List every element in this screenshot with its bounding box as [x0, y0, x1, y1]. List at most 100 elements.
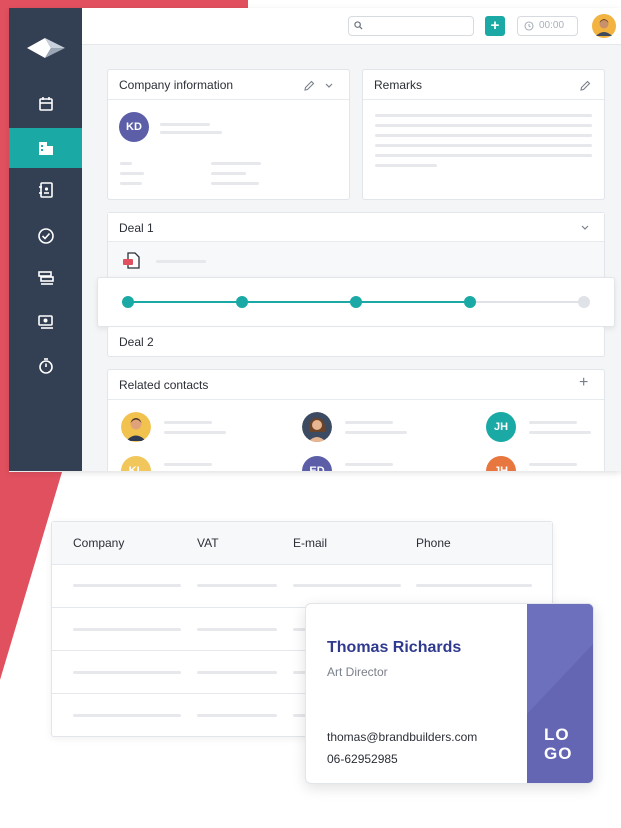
- placeholder-line: [293, 584, 401, 587]
- remarks-card: Remarks: [362, 69, 605, 200]
- placeholder-line: [211, 182, 259, 185]
- company-avatar: KD: [119, 112, 149, 142]
- sidebar: [9, 8, 82, 471]
- placeholder-line: [529, 421, 577, 424]
- timer-value: 00:00: [539, 20, 565, 31]
- placeholder-line: [529, 463, 577, 466]
- contact-avatar[interactable]: [121, 412, 151, 442]
- search-input[interactable]: [348, 16, 474, 36]
- placeholder-line: [345, 463, 393, 466]
- crm-app-window: + 00:00 Company information KD Remarks D…: [9, 8, 621, 471]
- contact-avatar[interactable]: KL: [121, 456, 151, 471]
- add-button[interactable]: +: [485, 16, 505, 36]
- placeholder-line: [375, 144, 592, 147]
- progress-step-done: [350, 296, 362, 308]
- placeholder-line: [164, 431, 226, 434]
- placeholder-line: [164, 463, 212, 466]
- placeholder-line: [211, 162, 261, 165]
- chevron-down-icon[interactable]: [580, 224, 590, 232]
- add-contact-button[interactable]: +: [579, 374, 588, 392]
- contact-phone: 06-62952985: [327, 752, 398, 766]
- related-contacts-title: Related contacts: [119, 378, 209, 392]
- placeholder-line: [345, 431, 407, 434]
- stack-icon: [37, 271, 54, 285]
- placeholder-line: [345, 421, 393, 424]
- progress-step-done: [122, 296, 134, 308]
- pencil-icon[interactable]: [579, 80, 591, 92]
- calendar-icon: [38, 97, 53, 111]
- search-icon: [354, 21, 363, 30]
- chevron-down-icon[interactable]: [324, 82, 334, 90]
- sidebar-item-invoices[interactable]: [9, 302, 82, 342]
- contact-avatar[interactable]: JH: [486, 456, 516, 471]
- deal-2-title: Deal 2: [119, 335, 154, 349]
- column-header-vat[interactable]: VAT: [197, 536, 219, 550]
- divider: [363, 99, 604, 100]
- placeholder-line: [164, 421, 212, 424]
- placeholder-line: [120, 182, 142, 185]
- stopwatch-icon: [38, 358, 53, 374]
- column-header-phone[interactable]: Phone: [416, 536, 451, 550]
- placeholder-line: [375, 164, 437, 167]
- divider: [108, 99, 349, 100]
- placeholder-line: [197, 714, 277, 717]
- sidebar-item-calendar[interactable]: [9, 84, 82, 124]
- sidebar-item-tasks[interactable]: [9, 216, 82, 256]
- business-card: Thomas Richards Art Director thomas@bran…: [305, 603, 594, 784]
- money-icon: [37, 315, 53, 329]
- sidebar-item-companies[interactable]: [9, 128, 82, 168]
- document-icon[interactable]: [121, 250, 143, 272]
- company-icon: [38, 142, 53, 155]
- placeholder-line: [375, 134, 592, 137]
- timer-button[interactable]: 00:00: [517, 16, 578, 36]
- column-header-company[interactable]: Company: [73, 536, 124, 550]
- check-circle-icon: [37, 228, 54, 244]
- deal-progress-timeline: [97, 277, 615, 327]
- contact-email: thomas@brandbuilders.com: [327, 730, 478, 744]
- placeholder-line: [73, 628, 181, 631]
- progress-step-done: [236, 296, 248, 308]
- placeholder-line: [120, 172, 144, 175]
- placeholder-line: [211, 172, 246, 175]
- deal-2-card[interactable]: Deal 2: [107, 326, 605, 357]
- deal-1-header[interactable]: [108, 213, 604, 242]
- progress-step-pending: [578, 296, 590, 308]
- placeholder-line: [73, 671, 181, 674]
- placeholder-line: [197, 584, 277, 587]
- placeholder-line: [160, 123, 210, 126]
- progress-step-done: [464, 296, 476, 308]
- placeholder-line: [197, 628, 277, 631]
- divider: [108, 399, 604, 400]
- contact-avatar[interactable]: [302, 412, 332, 442]
- remarks-title: Remarks: [374, 78, 423, 92]
- placeholder-line: [375, 154, 592, 157]
- user-avatar[interactable]: [592, 14, 616, 38]
- sidebar-item-time[interactable]: [9, 346, 82, 386]
- app-logo-icon[interactable]: [9, 30, 82, 66]
- table-header: Company VAT E-mail Phone: [52, 522, 552, 565]
- logo-line-1: LO: [544, 725, 570, 744]
- company-information-title: Company information: [119, 78, 234, 92]
- placeholder-line: [529, 431, 591, 434]
- address-book-icon: [38, 182, 53, 198]
- related-contacts-card: Related contacts + JH KL ED JH: [107, 369, 605, 471]
- contact-avatar[interactable]: ED: [302, 456, 332, 471]
- column-header-email[interactable]: E-mail: [293, 536, 327, 550]
- placeholder-line: [416, 584, 532, 587]
- placeholder-line: [73, 584, 181, 587]
- clock-icon: [524, 21, 534, 31]
- contact-role: Art Director: [327, 665, 388, 679]
- top-bar: + 00:00: [82, 8, 621, 45]
- placeholder-line: [375, 124, 592, 127]
- contact-avatar[interactable]: JH: [486, 412, 516, 442]
- logo-line-2: GO: [544, 744, 573, 763]
- placeholder-line: [160, 131, 222, 134]
- contact-name: Thomas Richards: [327, 639, 462, 656]
- placeholder-line: [197, 671, 277, 674]
- sidebar-item-pipeline[interactable]: [9, 258, 82, 298]
- company-logo: LO GO: [544, 725, 584, 763]
- sidebar-item-contacts[interactable]: [9, 170, 82, 210]
- placeholder-line: [73, 714, 181, 717]
- pencil-icon[interactable]: [303, 80, 315, 92]
- placeholder-line: [120, 162, 132, 165]
